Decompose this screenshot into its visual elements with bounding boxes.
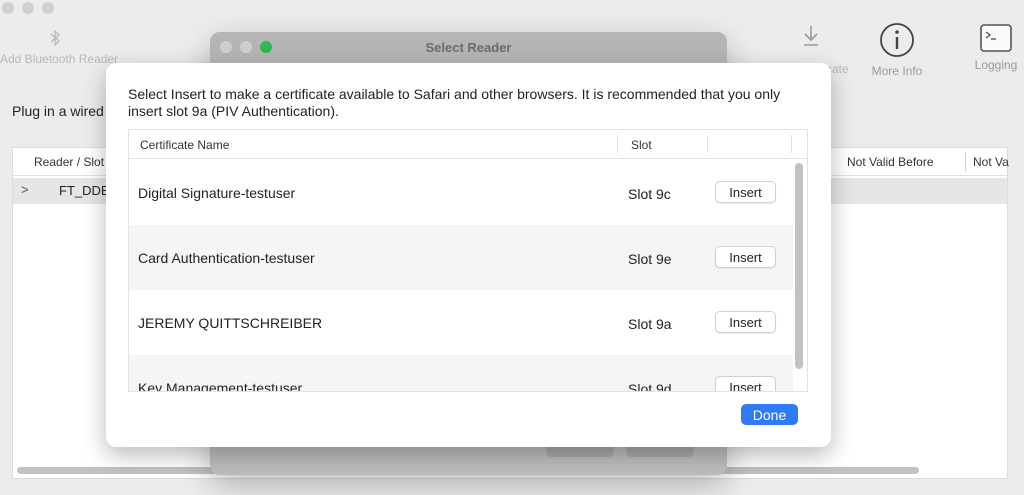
insert-button[interactable]: Insert [715, 246, 776, 268]
certificate-table-header: Certificate Name Slot [129, 130, 807, 159]
column-not-valid-after[interactable]: Not Va [973, 155, 1009, 169]
table-row[interactable]: Card Authentication-testuser Slot 9e Ins… [129, 225, 793, 290]
minimize-window-button[interactable] [22, 2, 34, 14]
certificate-name: Digital Signature-testuser [138, 185, 296, 201]
more-info-button[interactable]: More Info [862, 22, 932, 78]
column-not-valid-before[interactable]: Not Valid Before [847, 155, 934, 169]
column-divider [791, 135, 792, 153]
done-button[interactable]: Done [741, 404, 798, 425]
certificate-slot: Slot 9c [628, 186, 671, 202]
table-row[interactable]: Key Management-testuser Slot 9d Insert [129, 355, 793, 392]
certificate-button[interactable] [798, 24, 824, 54]
vertical-scrollbar[interactable] [795, 163, 803, 369]
download-icon [804, 26, 818, 46]
certificate-slot: Slot 9d [628, 381, 672, 392]
certificate-table: Certificate Name Slot Digital Signature-… [128, 129, 808, 392]
certificate-slot: Slot 9e [628, 251, 672, 267]
more-info-label: More Info [871, 64, 923, 78]
plug-in-message: Plug in a wired [12, 103, 104, 119]
zoom-window-button[interactable] [42, 2, 54, 14]
certificate-rows: Digital Signature-testuser Slot 9c Inser… [129, 160, 793, 392]
logging-button[interactable]: Logging [966, 24, 1024, 72]
certificate-name: Card Authentication-testuser [138, 250, 315, 266]
add-bluetooth-reader-button[interactable]: Add Bluetooth Reader [0, 30, 118, 66]
column-divider [707, 135, 708, 153]
column-reader-slot[interactable]: Reader / Slot [34, 155, 104, 169]
table-row[interactable]: Digital Signature-testuser Slot 9c Inser… [129, 160, 793, 225]
certificate-name: Key Management-testuser [138, 380, 303, 392]
disclosure-chevron-icon[interactable]: > [21, 182, 29, 197]
close-window-button[interactable] [2, 2, 14, 14]
window-controls [2, 2, 54, 14]
insert-button[interactable]: Insert [715, 311, 776, 333]
column-certificate-name[interactable]: Certificate Name [140, 138, 229, 152]
column-divider [965, 152, 966, 172]
reader-name: FT_DDE [59, 183, 110, 198]
info-icon [880, 23, 914, 57]
select-reader-titlebar: Select Reader [210, 32, 727, 62]
certificate-name: JEREMY QUITTSCHREIBER [138, 315, 323, 331]
bluetooth-icon [50, 30, 60, 46]
logging-label: Logging [974, 58, 1018, 72]
column-divider [617, 135, 618, 153]
sheet-message: Select Insert to make a certificate avai… [128, 86, 781, 119]
certificate-label: cate [826, 62, 849, 76]
table-row[interactable]: JEREMY QUITTSCHREIBER Slot 9a Insert [129, 290, 793, 355]
insert-button[interactable]: Insert [715, 181, 776, 203]
column-slot[interactable]: Slot [631, 138, 652, 152]
certificate-slot: Slot 9a [628, 316, 672, 332]
add-bluetooth-reader-label: Add Bluetooth Reader [0, 52, 119, 66]
terminal-icon [980, 24, 1012, 52]
insert-certificate-sheet: Select Insert to make a certificate avai… [106, 63, 831, 447]
insert-button[interactable]: Insert [715, 376, 776, 391]
select-reader-title: Select Reader [425, 40, 512, 55]
